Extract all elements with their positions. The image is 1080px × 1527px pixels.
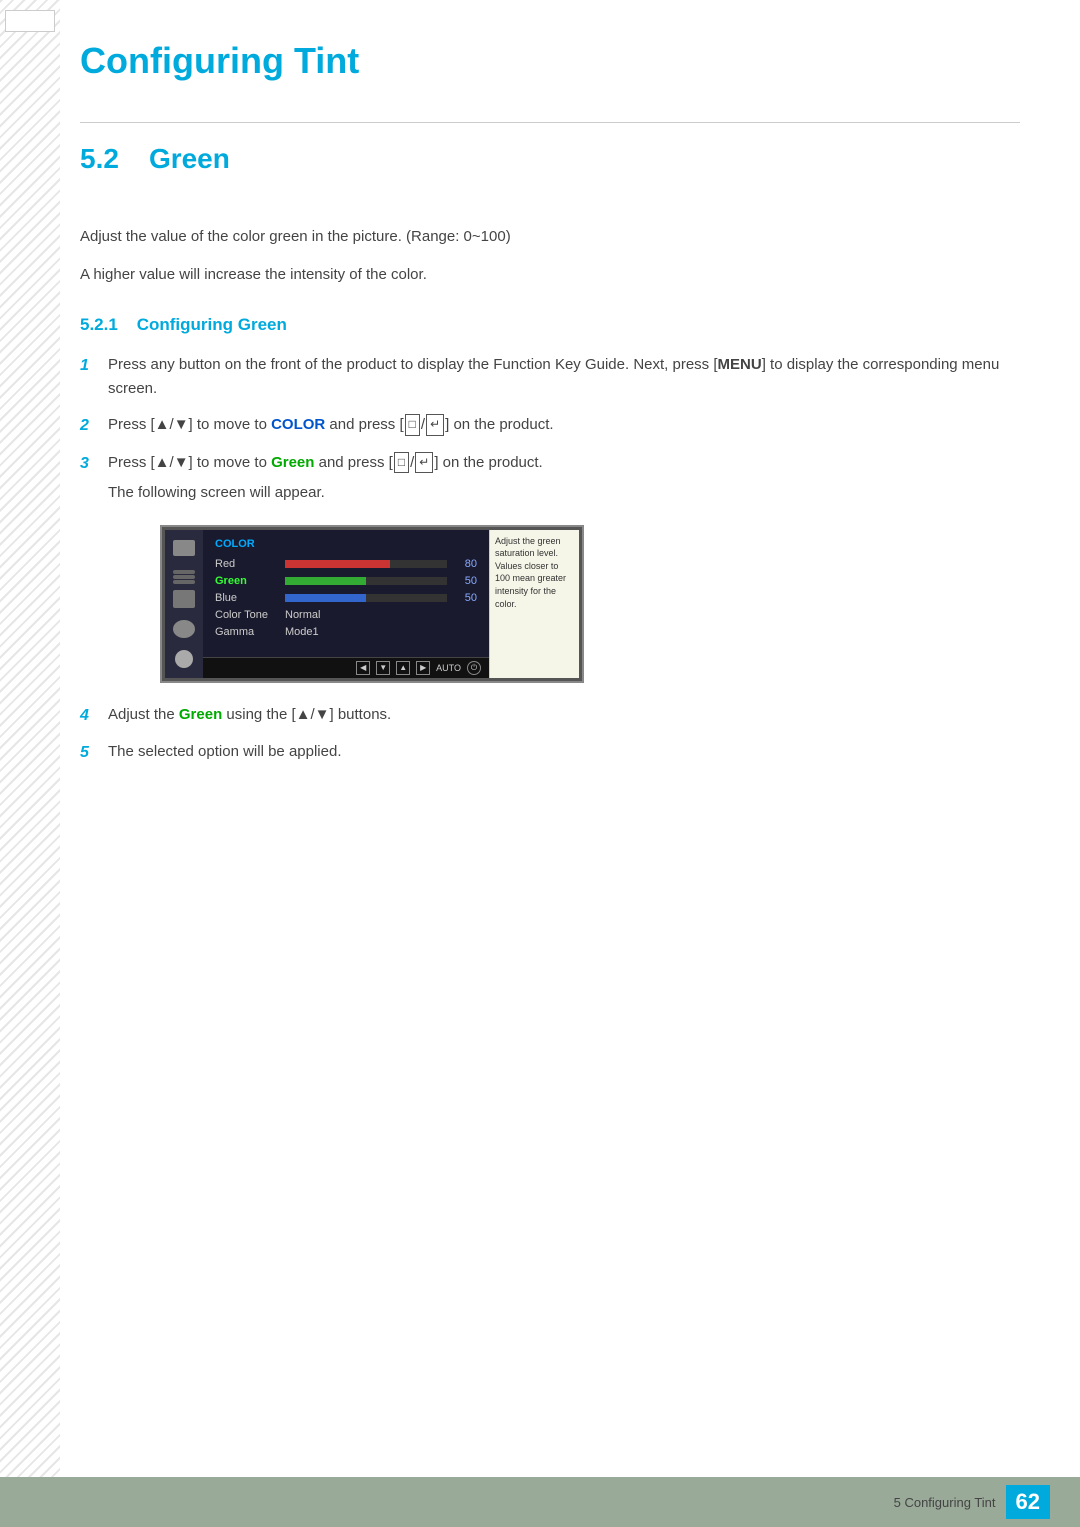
menu-label-red: Red [215, 558, 285, 570]
page-title: Configuring Tint [80, 30, 1020, 82]
menu-bar-red-fill [285, 560, 390, 568]
step-number-1: 1 [80, 353, 108, 379]
monitor-wrapper: COLOR Red 80 Green [160, 525, 584, 683]
paragraph1: Adjust the value of the color green in t… [80, 225, 1020, 249]
sidebar-icon-1 [173, 540, 195, 556]
menu-bar-blue [285, 594, 447, 602]
title-divider [80, 122, 1020, 123]
step-content-5: The selected option will be applied. [108, 740, 1020, 764]
menu-bar-green [285, 577, 447, 585]
step-5: 5 The selected option will be applied. [80, 740, 1020, 766]
menu-title: COLOR [215, 538, 477, 550]
menu-label-gamma: Gamma [215, 626, 285, 638]
steps-list: 1 Press any button on the front of the p… [80, 353, 1020, 505]
left-border [0, 0, 60, 1527]
subsection-title: Configuring Green [137, 315, 287, 334]
auto-label: AUTO [436, 663, 461, 673]
monitor-screen: COLOR Red 80 Green [162, 527, 582, 681]
menu-label-green: Green [215, 575, 285, 587]
menu-row-blue: Blue 50 [215, 592, 477, 604]
menu-row-green: Green 50 [215, 575, 477, 587]
step-3-subtext: The following screen will appear. [108, 481, 1020, 505]
monitor-sidebar [165, 530, 203, 678]
btn-down: ▼ [376, 661, 390, 675]
step-content-1: Press any button on the front of the pro… [108, 353, 1020, 401]
menu-value-gamma: Mode1 [285, 626, 319, 638]
section-title: Green [149, 143, 230, 175]
step-2: 2 Press [▲/▼] to move to COLOR and press… [80, 413, 1020, 439]
sidebar-icon-3 [173, 590, 195, 608]
menu-bar-red [285, 560, 447, 568]
menu-label-blue: Blue [215, 592, 285, 604]
monitor-image: COLOR Red 80 Green [160, 525, 1020, 683]
menu-row-colortone: Color Tone Normal [215, 609, 477, 621]
menu-row-red: Red 80 [215, 558, 477, 570]
menu-bar-blue-fill [285, 594, 366, 602]
sidebar-icon-2 [173, 570, 195, 574]
btn-up: ▲ [396, 661, 410, 675]
step-3: 3 Press [▲/▼] to move to Green and press… [80, 451, 1020, 505]
paragraph2: A higher value will increase the intensi… [80, 263, 1020, 287]
sidebar-icon-5 [175, 650, 193, 668]
footer-page-number: 62 [1006, 1485, 1050, 1519]
step-4: 4 Adjust the Green using the [▲/▼] butto… [80, 703, 1020, 729]
footer: 5 Configuring Tint 62 [0, 1477, 1080, 1527]
subsection-number: 5.2.1 [80, 315, 118, 334]
step-content-3: Press [▲/▼] to move to Green and press [… [108, 451, 1020, 505]
step-1: 1 Press any button on the front of the p… [80, 353, 1020, 401]
menu-value-blue: 50 [455, 592, 477, 604]
menu-value-colortone: Normal [285, 609, 320, 621]
section-heading: 5.2 Green [80, 143, 1020, 200]
steps-list-2: 4 Adjust the Green using the [▲/▼] butto… [80, 703, 1020, 766]
step-number-5: 5 [80, 740, 108, 766]
menu-bar-green-fill [285, 577, 366, 585]
btn-right: ▶ [416, 661, 430, 675]
section-number: 5.2 [80, 143, 119, 175]
top-tab [5, 10, 55, 32]
menu-value-green: 50 [455, 575, 477, 587]
monitor-tooltip: Adjust the green saturation level. Value… [489, 530, 579, 678]
btn-power: ⏻ [467, 661, 481, 675]
step-number-4: 4 [80, 703, 108, 729]
step-number-3: 3 [80, 451, 108, 477]
step-content-4: Adjust the Green using the [▲/▼] buttons… [108, 703, 1020, 727]
menu-row-gamma: Gamma Mode1 [215, 626, 477, 638]
footer-text: 5 Configuring Tint [894, 1495, 996, 1510]
monitor-main: COLOR Red 80 Green [203, 530, 489, 657]
step-number-2: 2 [80, 413, 108, 439]
menu-value-red: 80 [455, 558, 477, 570]
menu-label-colortone: Color Tone [215, 609, 285, 621]
sidebar-icon-4 [173, 620, 195, 638]
subsection-heading: 5.2.1 Configuring Green [80, 315, 1020, 335]
monitor-bottom-bar: ◀ ▼ ▲ ▶ AUTO ⏻ [203, 657, 489, 678]
step-content-2: Press [▲/▼] to move to COLOR and press [… [108, 413, 1020, 437]
btn-left: ◀ [356, 661, 370, 675]
